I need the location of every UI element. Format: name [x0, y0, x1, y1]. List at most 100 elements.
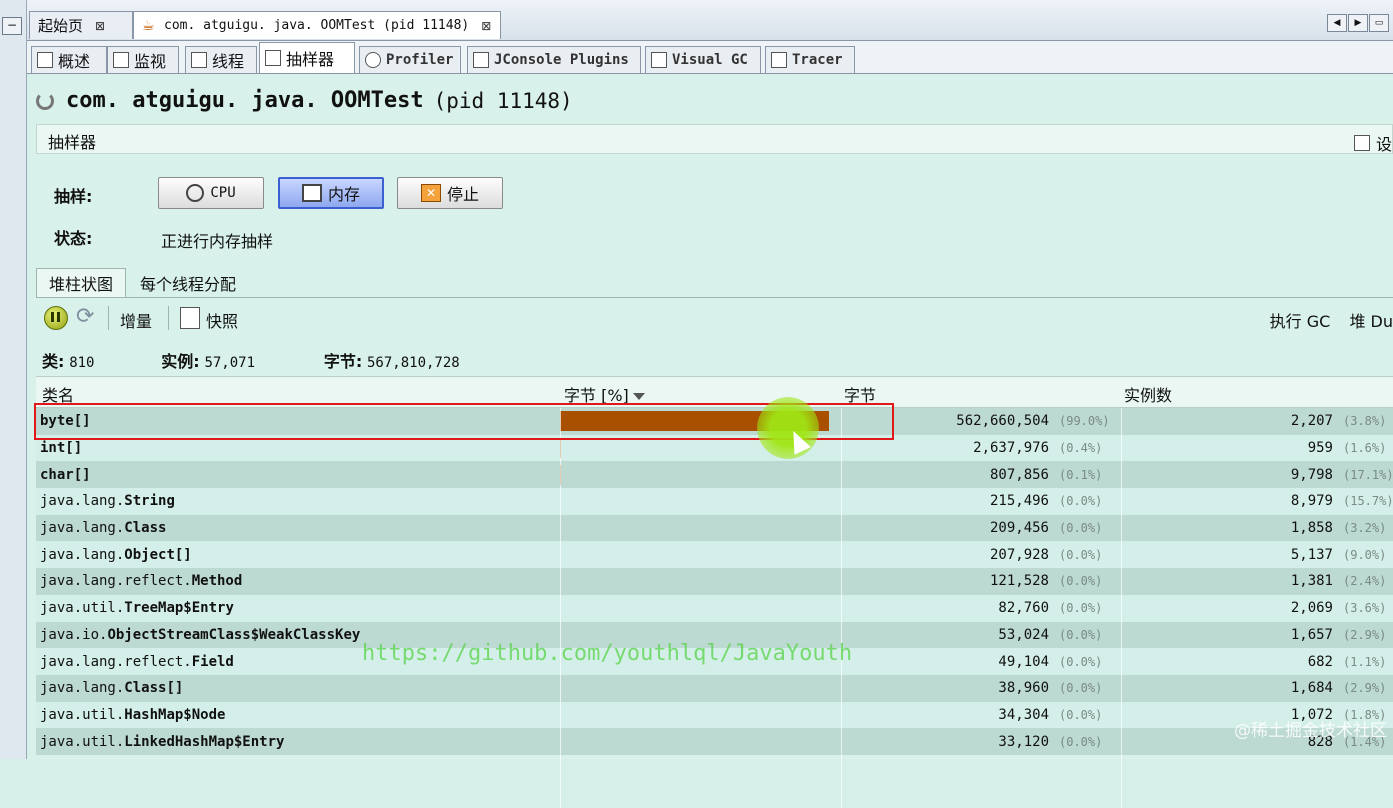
- tab-jconsole-plugins[interactable]: JConsole Plugins: [467, 46, 641, 73]
- bytes-value: 207,928: [989, 546, 1049, 563]
- bytes-value: 209,456: [989, 520, 1049, 537]
- java-cup-icon: ☕: [142, 17, 155, 34]
- bytes-percent: (0.0%): [1059, 734, 1103, 749]
- bytes-percent: (0.0%): [1059, 601, 1103, 616]
- settings-toggle[interactable]: 设: [1353, 131, 1392, 155]
- instances-cell: 1,381 (2.4%): [1121, 568, 1393, 595]
- table-row[interactable]: java.lang.reflect. Method 121,528 (0.0%) 1,3…: [36, 568, 1393, 595]
- column-header-label: 字节 [%]: [564, 386, 629, 405]
- snapshot-button[interactable]: 快照: [206, 308, 238, 332]
- instances-percent: (1.6%): [1343, 441, 1387, 456]
- tab-list-icon[interactable]: ▭: [1369, 14, 1389, 32]
- instances-percent: (2.4%): [1343, 574, 1387, 589]
- tab-label: com. atguigu. java. OOMTest (pid 11148): [164, 18, 470, 33]
- document-tabs: 起始页 ⊠ ☕ com. atguigu. java. OOMTest (pid…: [27, 0, 1393, 41]
- class-package: java.util.: [40, 600, 125, 617]
- tab-sampler[interactable]: 抽样器: [259, 42, 355, 73]
- instances-value: 682: [1307, 653, 1333, 670]
- table-row[interactable]: java.lang. String 215,496 (0.0%) 8,979 (15.7%…: [36, 488, 1393, 515]
- memory-button[interactable]: 内存: [278, 177, 384, 209]
- table-row[interactable]: java.lang. Class[] 38,960 (0.0%) 1,684 (2.9%): [36, 674, 1393, 702]
- tab-label: 抽样器: [286, 50, 335, 69]
- class-simple-name: int[]: [40, 440, 83, 457]
- tab-profiler[interactable]: Profiler: [359, 46, 461, 73]
- class-package: java.lang.reflect.: [40, 653, 192, 670]
- bytes-bar-cell: [560, 702, 839, 729]
- snapshot-icon: [180, 307, 200, 329]
- heap-dump-button[interactable]: 堆 Du: [1349, 312, 1393, 331]
- classes-label: 类:: [42, 352, 65, 371]
- bytes-bar-cell: [560, 515, 839, 542]
- class-package: java.lang.: [40, 493, 125, 510]
- table-row[interactable]: java.util. TreeMap$Entry 82,760 (0.0%) 2,069…: [36, 594, 1393, 622]
- tab-monitor[interactable]: 监视: [107, 46, 179, 73]
- instances-value: 2,207: [1290, 413, 1333, 430]
- table-row[interactable]: java.util. LinkedHashMap$Entry 33,120 (0.0%…: [36, 728, 1393, 755]
- column-divider: [560, 408, 561, 808]
- tab-per-thread-allocation[interactable]: 每个线程分配: [128, 268, 248, 297]
- app-header: com. atguigu. java. OOMTest (pid 11148): [36, 88, 573, 113]
- status-label: 状态:: [54, 229, 93, 248]
- column-header-bytes[interactable]: 字节: [844, 382, 876, 406]
- memory-icon: [301, 184, 322, 202]
- settings-label: 设: [1375, 135, 1392, 154]
- tab-heap-histogram[interactable]: 堆柱状图: [36, 268, 127, 297]
- tab-oomtest[interactable]: ☕ com. atguigu. java. OOMTest (pid 11148…: [133, 11, 501, 39]
- bytes-bar-cell: [560, 541, 839, 568]
- tab-label: Profiler: [386, 52, 454, 68]
- tab-label: Visual GC: [672, 52, 748, 68]
- table-row[interactable]: java.lang. Object[] 207,928 (0.0%) 5,137 (9.0…: [36, 541, 1393, 569]
- bytes-count: 567,810,728: [367, 355, 460, 371]
- class-name: java.util. HashMap$Node: [40, 702, 225, 729]
- table-row[interactable]: int[] 2,637,976 (0.4%) 959 (1.6%): [36, 434, 1393, 462]
- bytes-percent: (0.0%): [1059, 547, 1103, 562]
- settings-checkbox[interactable]: [1353, 135, 1370, 151]
- table-row[interactable]: java.lang. Class 209,456 (0.0%) 1,858 (3.2%): [36, 514, 1393, 542]
- tab-start-page[interactable]: 起始页 ⊠: [29, 11, 133, 39]
- perform-gc-button[interactable]: 执行 GC: [1270, 312, 1331, 331]
- pause-icon[interactable]: [44, 306, 68, 330]
- close-icon[interactable]: ⊠: [95, 19, 105, 33]
- bytes-bar-cell: [560, 488, 839, 515]
- bytes-value: 807,856: [989, 466, 1049, 483]
- bytes-bar-cell: [560, 595, 839, 622]
- bytes-value: 562,660,504: [956, 413, 1049, 430]
- bytes-percent: (0.0%): [1059, 574, 1103, 589]
- instances-percent: (17.1%): [1343, 467, 1393, 482]
- stop-button[interactable]: ✕ 停止: [397, 177, 503, 209]
- instances-percent: (3.8%): [1343, 414, 1387, 429]
- bytes-bar-cell: [560, 568, 839, 595]
- class-simple-name: byte[]: [40, 413, 91, 430]
- class-name: java.lang. Object[]: [40, 541, 192, 568]
- instances-cell: 682 (1.1%): [1121, 648, 1393, 675]
- bytes-value: 82,760: [998, 600, 1049, 617]
- table-row[interactable]: char[] 807,856 (0.1%) 9,798 (17.1%): [36, 461, 1393, 489]
- class-package: java.lang.: [40, 680, 125, 697]
- tab-visual-gc[interactable]: Visual GC: [645, 46, 761, 73]
- table-row[interactable]: byte[] 562,660,504 (99.0%) 2,207 (3.8%): [36, 408, 1393, 435]
- cursor-highlight: [757, 397, 819, 459]
- app-pid: (pid 11148): [433, 88, 573, 113]
- class-name: java.lang. Class[]: [40, 675, 183, 702]
- corner-watermark: @稀土掘金技术社区: [1234, 721, 1387, 741]
- scroll-right-icon[interactable]: ▶: [1348, 14, 1368, 32]
- tab-tracer[interactable]: Tracer: [765, 46, 855, 73]
- close-icon[interactable]: ⊠: [481, 19, 491, 33]
- column-header-instances[interactable]: 实例数: [1124, 382, 1172, 406]
- cpu-button[interactable]: CPU: [158, 177, 264, 209]
- delta-button[interactable]: 增量: [120, 308, 152, 332]
- sort-descending-icon: [632, 393, 645, 400]
- class-package: java.lang.: [40, 546, 125, 563]
- tab-overview[interactable]: 概述: [31, 46, 107, 73]
- tab-threads[interactable]: 线程: [185, 46, 257, 73]
- monitor-icon: [113, 52, 129, 68]
- scroll-left-icon[interactable]: ◀: [1327, 14, 1347, 32]
- table-row[interactable]: java.util. HashMap$Node 34,304 (0.0%) 1,072(…: [36, 701, 1393, 729]
- column-header-name[interactable]: 类名: [42, 382, 74, 406]
- instances-cell: 2,069 (3.6%): [1121, 595, 1393, 622]
- refresh-icon[interactable]: ⟳: [76, 306, 98, 328]
- class-name: java.io. ObjectStreamClass$WeakClassKey: [40, 622, 360, 649]
- column-header-bytes-pct[interactable]: 字节 [%]: [564, 382, 645, 406]
- sub-tabs: 堆柱状图 每个线程分配: [36, 266, 1393, 298]
- minimize-icon[interactable]: −: [2, 17, 22, 35]
